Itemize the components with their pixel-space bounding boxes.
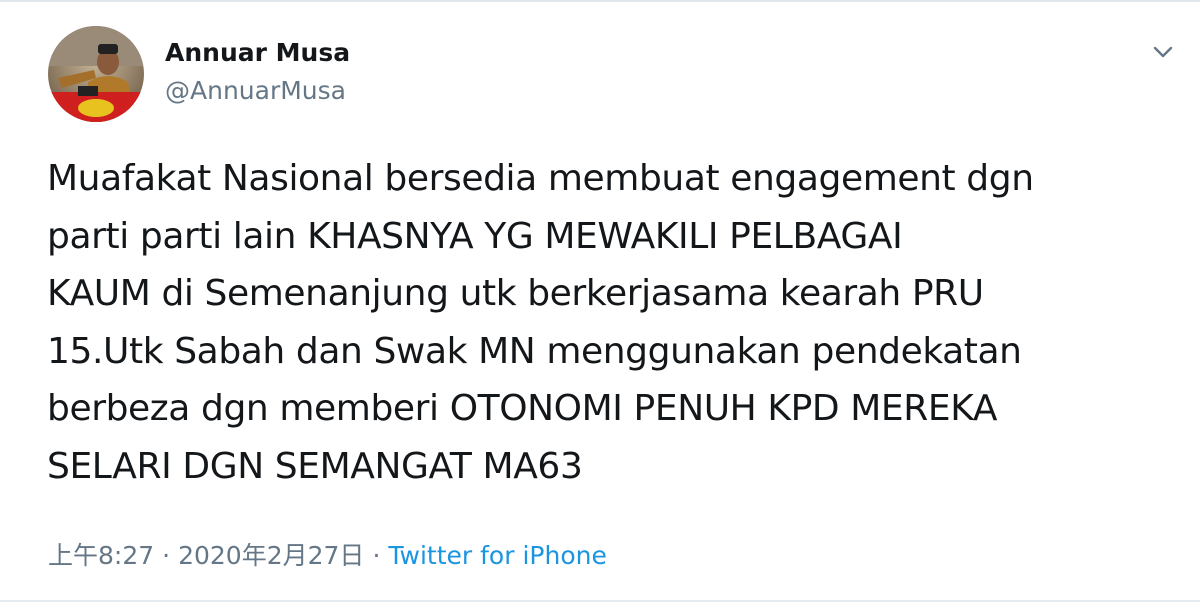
tweet-text-line: parti parti lain KHASNYA YG MEWAKILI PEL… — [47, 215, 903, 257]
tweet-metadata: 上午8:27 · 2020年2月27日 · Twitter for iPhone — [48, 536, 607, 572]
tweet-card: Annuar Musa @AnnuarMusa Muafakat Nasiona… — [0, 0, 1200, 614]
tweet-text-line: SELARI DGN SEMANGAT MA63 — [47, 445, 583, 487]
chevron-down-icon[interactable] — [1149, 38, 1177, 66]
tweet-text-line: Muafakat Nasional bersedia membuat engag… — [47, 158, 1034, 199]
meta-separator: · — [372, 541, 381, 570]
tweet-text-line: KAUM di Semenanjung utk berkerjasama kea… — [47, 273, 984, 315]
divider — [0, 600, 1200, 602]
author-handle[interactable]: @AnnuarMusa — [165, 76, 346, 105]
tweet-date[interactable]: 2020年2月27日 — [178, 541, 364, 570]
tweet-time[interactable]: 上午8:27 — [48, 541, 154, 570]
author-display-name[interactable]: Annuar Musa — [165, 38, 350, 67]
tweet-source-link[interactable]: Twitter for iPhone — [388, 541, 606, 570]
tweet-text-line: berbeza dgn memberi OTONOMI PENUH KPD ME… — [47, 388, 998, 430]
avatar[interactable] — [48, 26, 144, 122]
meta-separator: · — [162, 541, 171, 570]
tweet-text-line: 15.Utk Sabah dan Swak MN menggunakan pen… — [47, 330, 1022, 372]
tweet-text: Muafakat Nasional bersedia membuat engag… — [47, 150, 1187, 496]
